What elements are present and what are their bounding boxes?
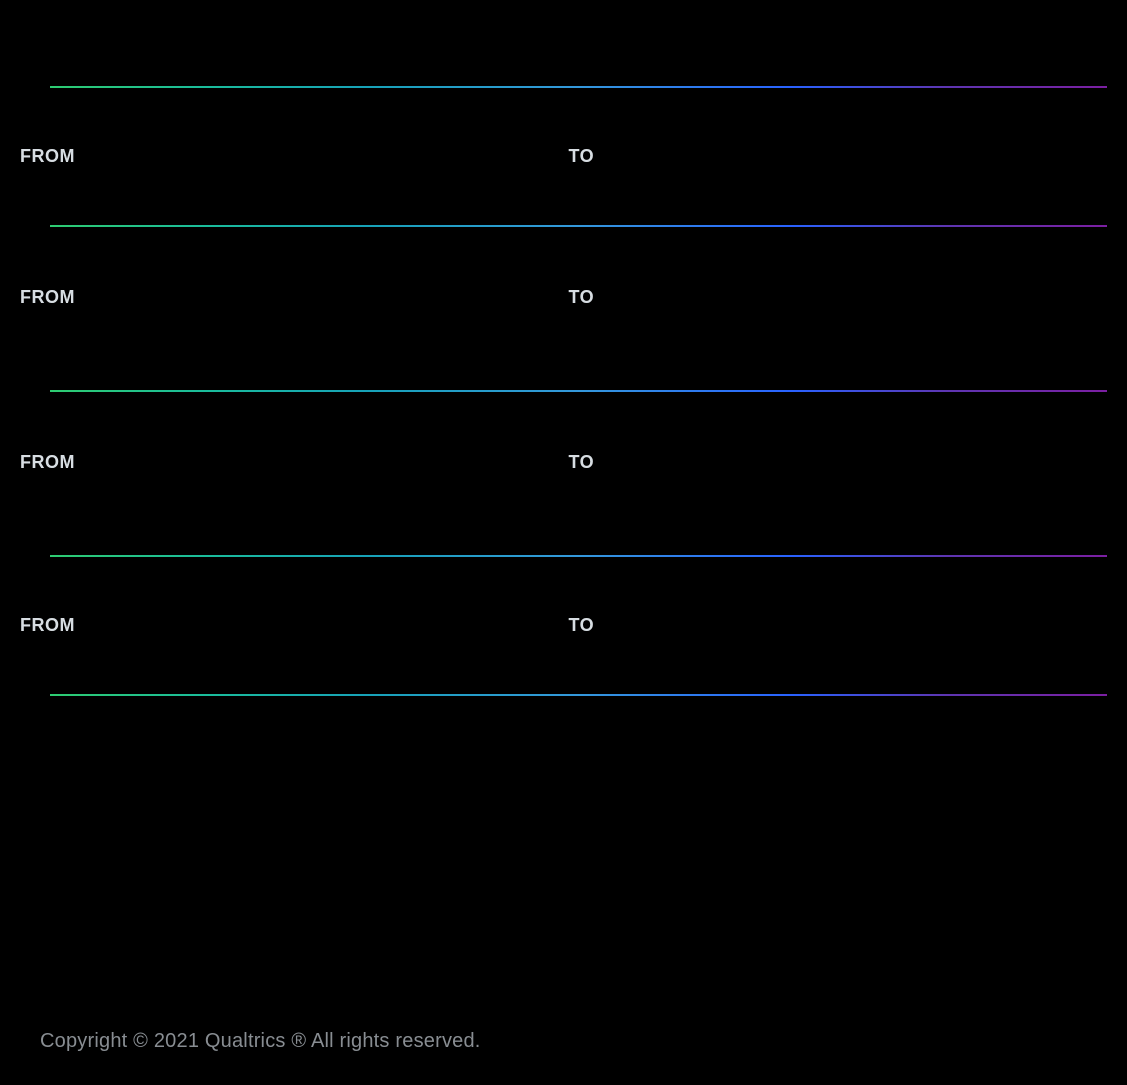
row: FROM TO — [20, 557, 1107, 694]
from-label: FROM — [20, 146, 75, 167]
to-cell: TO — [559, 287, 1108, 308]
row: FROM TO — [20, 88, 1107, 225]
to-cell: TO — [559, 615, 1108, 636]
to-label: TO — [569, 452, 595, 473]
to-label: TO — [569, 615, 595, 636]
from-cell: FROM — [20, 452, 559, 473]
divider-line — [50, 694, 1107, 696]
from-cell: FROM — [20, 146, 559, 167]
page-container: FROM TO FROM TO FROM TO — [0, 86, 1127, 696]
section-4: FROM TO — [20, 555, 1107, 696]
section-2: FROM TO — [20, 225, 1107, 390]
to-label: TO — [569, 146, 595, 167]
copyright-footer: Copyright © 2021 Qualtrics ® All rights … — [40, 1030, 481, 1053]
section-3: FROM TO — [20, 390, 1107, 555]
from-cell: FROM — [20, 287, 559, 308]
from-label: FROM — [20, 452, 75, 473]
from-label: FROM — [20, 615, 75, 636]
to-cell: TO — [559, 452, 1108, 473]
from-cell: FROM — [20, 615, 559, 636]
to-label: TO — [569, 287, 595, 308]
row: FROM TO — [20, 227, 1107, 390]
section-1: FROM TO — [20, 86, 1107, 225]
from-label: FROM — [20, 287, 75, 308]
row: FROM TO — [20, 392, 1107, 555]
to-cell: TO — [559, 146, 1108, 167]
